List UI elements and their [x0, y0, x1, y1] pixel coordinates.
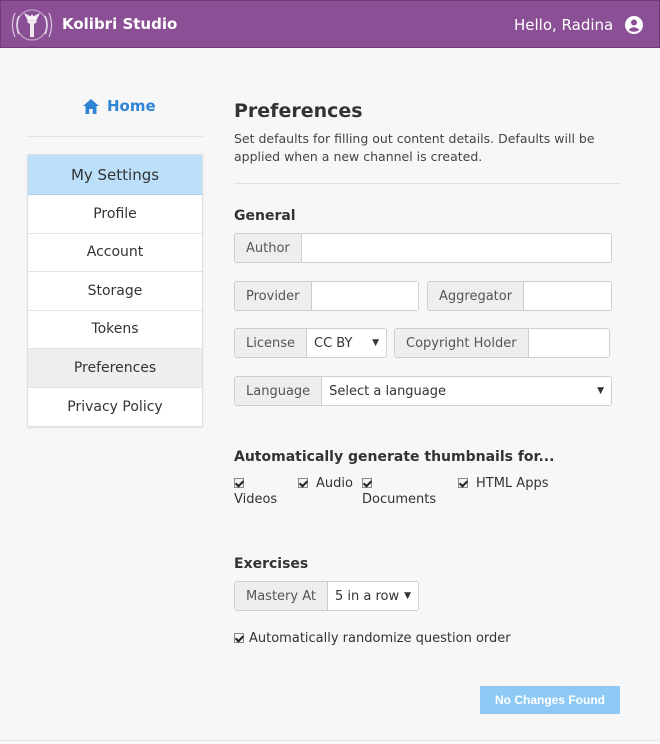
account-circle-icon[interactable] — [624, 15, 644, 35]
mastery-select[interactable]: 5 in a row ▼ — [327, 582, 418, 610]
thumbnail-audio-checkbox[interactable]: Audio — [298, 476, 353, 491]
copyright-holder-input[interactable] — [528, 329, 609, 357]
sidebar-item-privacy-policy[interactable]: Privacy Policy — [28, 388, 202, 427]
author-label: Author — [235, 234, 302, 262]
brand-name[interactable]: Kolibri Studio — [62, 15, 177, 33]
general-section-title: General — [234, 208, 296, 224]
caret-down-icon: ▼ — [597, 386, 604, 396]
author-input[interactable] — [301, 234, 611, 262]
license-select[interactable]: CC BY ▼ — [307, 329, 386, 357]
provider-label: Provider — [235, 282, 312, 310]
page-title: Preferences — [234, 100, 363, 122]
copyright-holder-label: Copyright Holder — [395, 329, 529, 357]
mastery-value: 5 in a row — [334, 588, 400, 604]
language-label: Language — [235, 377, 323, 405]
caret-down-icon: ▼ — [404, 591, 411, 601]
home-icon — [83, 98, 99, 114]
thumbnail-videos-checkbox[interactable]: Videos — [234, 476, 277, 507]
sidebar-item-profile[interactable]: Profile — [28, 195, 202, 234]
language-field: Language Select a language ▼ — [234, 376, 612, 406]
checkbox-label: Automatically randomize question order — [249, 631, 511, 646]
mastery-label: Mastery At — [235, 582, 328, 610]
mastery-field: Mastery At 5 in a row ▼ — [234, 581, 419, 611]
aggregator-input[interactable] — [524, 282, 611, 310]
language-select[interactable]: Select a language ▼ — [322, 377, 611, 405]
thumbnail-html-apps-checkbox[interactable]: HTML Apps — [458, 476, 548, 491]
checkbox-label: Audio — [316, 476, 353, 491]
checkbox-checked-icon[interactable] — [234, 478, 244, 488]
page-description: Set defaults for filling out content det… — [234, 131, 595, 164]
sidebar-item-account[interactable]: Account — [28, 234, 202, 272]
author-field: Author — [234, 233, 612, 263]
caret-down-icon: ▼ — [372, 338, 379, 348]
settings-menu: My Settings Profile Account Storage Toke… — [27, 154, 203, 427]
aggregator-label: Aggregator — [428, 282, 525, 310]
thumbnail-documents-checkbox[interactable]: Documents — [362, 476, 436, 507]
license-field: License CC BY ▼ — [234, 328, 387, 358]
aggregator-field: Aggregator — [427, 281, 612, 311]
page-bottom-border — [0, 740, 660, 741]
user-greeting: Hello, Radina — [514, 16, 614, 34]
sidebar-item-preferences[interactable]: Preferences — [28, 349, 202, 388]
settings-menu-title: My Settings — [28, 155, 202, 195]
checkbox-label: Videos — [234, 492, 278, 507]
sidebar-item-tokens[interactable]: Tokens — [28, 311, 202, 349]
save-button[interactable]: No Changes Found — [480, 686, 620, 714]
checkbox-label: Documents — [362, 492, 437, 507]
checkbox-checked-icon[interactable] — [458, 478, 468, 488]
top-bar: Kolibri Studio Hello, Radina — [0, 0, 660, 48]
checkbox-checked-icon[interactable] — [362, 478, 372, 488]
home-label: Home — [107, 97, 156, 115]
provider-input[interactable] — [311, 282, 418, 310]
provider-field: Provider — [234, 281, 419, 311]
license-label: License — [235, 329, 308, 357]
sidebar-divider — [27, 136, 203, 137]
randomize-question-order-checkbox[interactable]: Automatically randomize question order — [234, 631, 511, 646]
kolibri-logo-icon[interactable] — [10, 7, 54, 43]
sidebar-item-storage[interactable]: Storage — [28, 272, 202, 311]
language-value: Select a language — [329, 383, 447, 399]
checkbox-checked-icon[interactable] — [298, 478, 308, 488]
thumbnails-section-title: Automatically generate thumbnails for... — [234, 449, 555, 465]
checkbox-checked-icon[interactable] — [234, 633, 244, 643]
checkbox-label: HTML Apps — [476, 476, 549, 491]
header-divider — [234, 183, 620, 184]
home-link[interactable]: Home — [82, 97, 156, 115]
license-value: CC BY — [314, 335, 353, 351]
copyright-holder-field: Copyright Holder — [394, 328, 610, 358]
exercises-section-title: Exercises — [234, 556, 309, 572]
